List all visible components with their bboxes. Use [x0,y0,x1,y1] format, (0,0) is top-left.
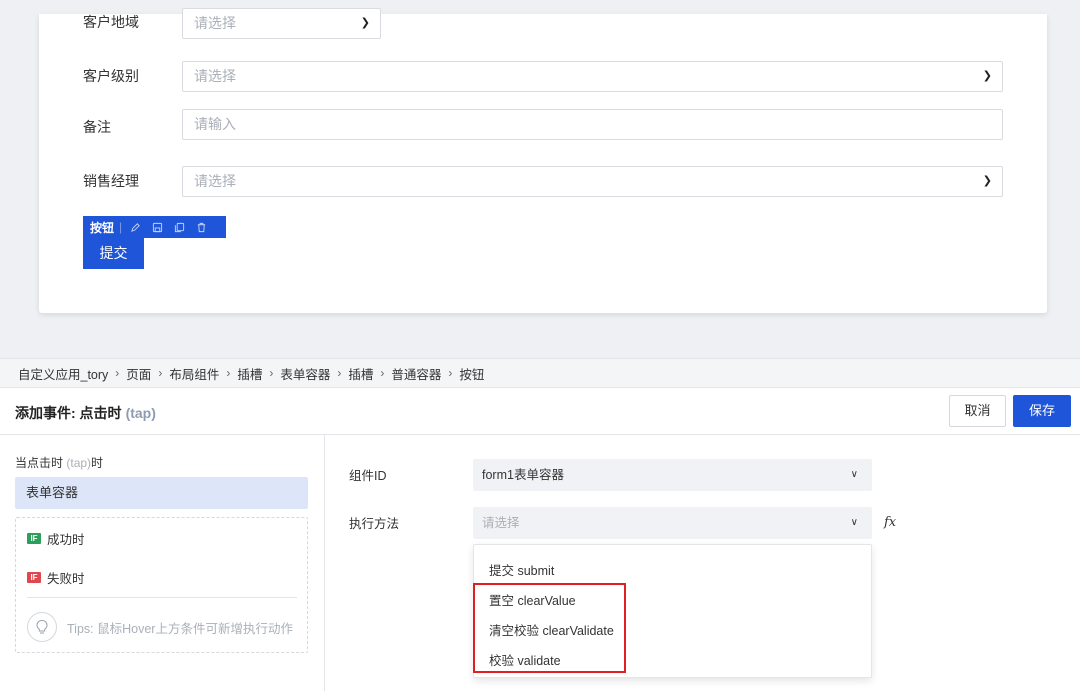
component-toolbar: 按钮 | [83,216,226,238]
breadcrumb-item-current[interactable]: 按钮 [459,364,484,383]
fail-condition[interactable]: IF 失败时 [27,568,85,587]
method-label: 执行方法 [349,517,400,531]
remark-input-placeholder: 请输入 [194,116,236,132]
cancel-button[interactable]: 取消 [949,395,1006,427]
option-submit[interactable]: 提交 submit [489,560,554,579]
level-select[interactable]: 请选择 ❯ [182,61,1003,92]
breadcrumb-item[interactable]: 普通容器 [391,364,441,383]
chevron-right-icon: › [337,366,342,380]
field-label-level: 客户级别 [83,68,139,84]
copy-icon[interactable] [174,222,185,233]
success-condition[interactable]: IF 成功时 [27,529,85,548]
toolbar-separator: | [119,220,123,234]
panel-title: 添加事件: 点击时 (tap) [15,403,156,423]
breadcrumb-item[interactable]: 表单容器 [280,364,330,383]
trigger-event: (tap) [66,456,92,470]
option-clear-value[interactable]: 置空 clearValue [489,590,576,609]
field-label-sales-manager: 销售经理 [83,173,139,189]
chevron-right-icon: › [158,366,163,380]
breadcrumb-item[interactable]: 插槽 [237,364,262,383]
event-panel: 添加事件: 点击时 (tap) 取消 保存 当点击时 (tap)时 表单容器 IF… [0,388,1080,691]
field-label-remark: 备注 [83,119,111,135]
lightbulb-icon [27,612,57,642]
chevron-down-icon: ∨ [850,517,858,528]
canvas-area: 客户地域 请选择 ❯ 客户级别 请选择 ❯ 备注 请输入 销售经理 请选择 ❯ … [0,0,1080,358]
component-id-value: form1表单容器 [482,468,564,482]
method-select-placeholder: 请选择 [482,516,520,530]
chevron-down-icon: ∨ [850,469,858,480]
option-validate[interactable]: 校验 validate [489,650,561,669]
submit-button[interactable]: 提交 [83,238,144,269]
method-dropdown: 提交 submit 置空 clearValue 清空校验 clearValida… [473,544,872,678]
chevron-down-icon: ❯ [360,17,370,29]
sales-manager-select[interactable]: 请选择 ❯ [182,166,1003,197]
success-label: 成功时 [47,533,85,547]
component-id-select[interactable]: form1表单容器 ∨ [473,459,872,491]
trigger-prefix: 当点击时 [15,456,64,470]
sales-manager-select-placeholder: 请选择 [194,173,236,189]
chevron-right-icon: › [448,366,453,380]
condition-box: IF 成功时 IF 失败时 Tips: 鼠标Hover上方条件可新增执行动作 [15,517,308,653]
breadcrumb-item[interactable]: 布局组件 [169,364,219,383]
fail-label: 失败时 [47,572,85,586]
method-select[interactable]: 请选择 ∨ [473,507,872,539]
panel-title-sub: (tap) [125,405,156,421]
formula-icon[interactable]: fx [884,515,896,530]
chevron-right-icon: › [226,366,231,380]
field-label-region: 客户地域 [83,14,139,30]
chevron-right-icon: › [380,366,385,380]
chevron-right-icon: › [269,366,274,380]
toolbar-label: 按钮 [90,220,115,235]
save-button[interactable]: 保存 [1013,395,1071,427]
if-badge: IF [27,572,41,583]
edit-icon[interactable] [130,222,141,233]
breadcrumb-item[interactable]: 自定义应用_tory [18,364,108,383]
breadcrumb-item[interactable]: 页面 [126,364,151,383]
event-flow-column: 当点击时 (tap)时 表单容器 IF 成功时 IF 失败时 Tips: 鼠标H… [0,435,325,691]
trigger-label: 当点击时 (tap)时 [15,454,103,471]
chevron-right-icon: › [115,366,120,380]
form-card: 客户地域 请选择 ❯ 客户级别 请选择 ❯ 备注 请输入 销售经理 请选择 ❯ … [39,8,1047,313]
remark-input[interactable]: 请输入 [182,109,1003,140]
panel-header: 添加事件: 点击时 (tap) 取消 保存 [0,388,1080,435]
divider [27,597,297,598]
trigger-suffix: 时 [91,456,104,470]
option-clear-validate[interactable]: 清空校验 clearValidate [489,620,614,639]
tips-text: Tips: 鼠标Hover上方条件可新增执行动作 [67,621,293,636]
region-select-placeholder: 请选择 [194,15,236,31]
if-badge: IF [27,533,41,544]
breadcrumb: 自定义应用_tory › 页面 › 布局组件 › 插槽 › 表单容器 › 插槽 › 普通容器… [0,358,1080,388]
action-config-column: 组件ID form1表单容器 ∨ 执行方法 请选择 ∨ fx 提交 submit… [326,435,1080,691]
chevron-down-icon: ❯ [982,70,992,82]
chevron-down-icon: ❯ [982,175,992,187]
component-id-label: 组件ID [349,469,387,483]
delete-icon[interactable] [196,222,207,233]
action-target-item[interactable]: 表单容器 [15,477,308,509]
panel-title-text: 添加事件: 点击时 [15,405,122,421]
tips: Tips: 鼠标Hover上方条件可新增执行动作 [27,612,293,642]
region-select[interactable]: 请选择 ❯ [182,8,381,39]
level-select-placeholder: 请选择 [194,68,236,84]
breadcrumb-item[interactable]: 插槽 [348,364,373,383]
save-icon[interactable] [152,222,163,233]
